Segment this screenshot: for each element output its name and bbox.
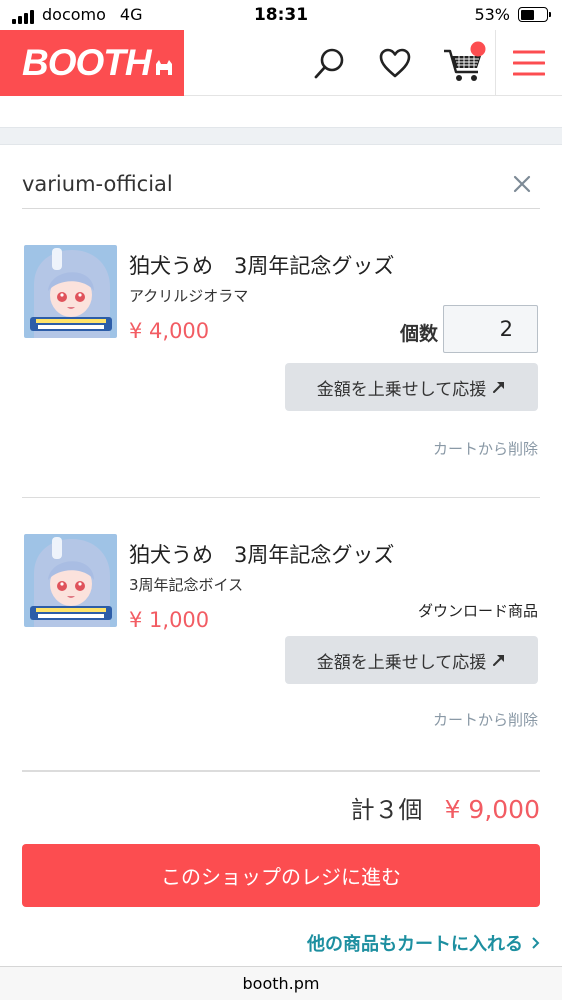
total-price: ¥ 9,000 [444, 795, 540, 824]
item-title[interactable]: 狛犬うめ 3周年記念グッズ [129, 250, 394, 280]
browser-url-bar[interactable]: booth.pm [0, 966, 562, 1000]
menu-icon [513, 50, 545, 76]
cart-icon[interactable] [440, 41, 490, 83]
cart-item: 狛犬うめ 3周年記念グッズ アクリルジオラマ ¥ 4,000 個数 2 金額を上… [22, 245, 540, 465]
item-thumbnail[interactable] [24, 534, 117, 627]
quantity-input[interactable]: 2 [443, 305, 538, 353]
quantity-value: 2 [499, 317, 513, 341]
remove-from-cart-link[interactable]: カートから削除 [433, 438, 538, 459]
booth-logo[interactable]: BOOTH [0, 30, 184, 96]
external-arrow-icon [493, 382, 505, 393]
logo-text: BOOTH [22, 42, 152, 83]
item-variant: アクリルジオラマ [129, 287, 249, 305]
section-separator [0, 127, 562, 145]
cart-summary: 計３個 ¥ 9,000 [351, 790, 540, 825]
battery-icon [518, 7, 551, 22]
total-count: 計３個 [350, 796, 423, 824]
heart-icon[interactable] [375, 43, 415, 83]
remove-from-cart-link[interactable]: カートから削除 [433, 709, 538, 730]
item-divider [22, 497, 540, 498]
item-title[interactable]: 狛犬うめ 3周年記念グッズ [129, 539, 394, 569]
item-price: ¥ 4,000 [129, 319, 210, 343]
site-header: BOOTH [0, 30, 562, 96]
support-amount-button[interactable]: 金額を上乗せして応援 [285, 363, 538, 411]
search-icon[interactable] [310, 43, 350, 83]
url-text: booth.pm [242, 974, 320, 993]
cart-item: 狛犬うめ 3周年記念グッズ 3周年記念ボイス ¥ 1,000 ダウンロード商品 … [22, 534, 540, 744]
battery-percent: 53% [474, 5, 510, 24]
summary-divider [22, 770, 540, 772]
support-amount-button[interactable]: 金額を上乗せして応援 [285, 636, 538, 684]
item-variant: 3周年記念ボイス [129, 576, 244, 594]
continue-shopping-label: 他の商品もカートに入れる [307, 934, 523, 955]
support-amount-label: 金額を上乗せして応援 [316, 652, 487, 673]
close-icon[interactable] [512, 174, 532, 194]
logo-mark-icon [155, 60, 172, 75]
continue-shopping-link[interactable]: 他の商品もカートに入れる [307, 930, 540, 956]
support-amount-label: 金額を上乗せして応援 [316, 379, 487, 400]
cart-badge [470, 41, 486, 57]
menu-button[interactable] [495, 30, 562, 96]
status-bar-right: 53% [474, 5, 551, 24]
status-bar: docomo 4G 18:31 53% [0, 0, 562, 30]
checkout-button[interactable]: このショップのレジに進む [22, 844, 540, 907]
quantity-label: 個数 [399, 323, 438, 345]
shop-name[interactable]: varium-official [22, 172, 173, 196]
external-arrow-icon [493, 655, 505, 666]
item-thumbnail[interactable] [24, 245, 117, 338]
download-badge: ダウンロード商品 [417, 602, 538, 620]
battery-level [520, 9, 534, 20]
item-price: ¥ 1,000 [129, 608, 210, 632]
shop-header: varium-official [22, 160, 540, 209]
chevron-right-icon [532, 937, 540, 949]
